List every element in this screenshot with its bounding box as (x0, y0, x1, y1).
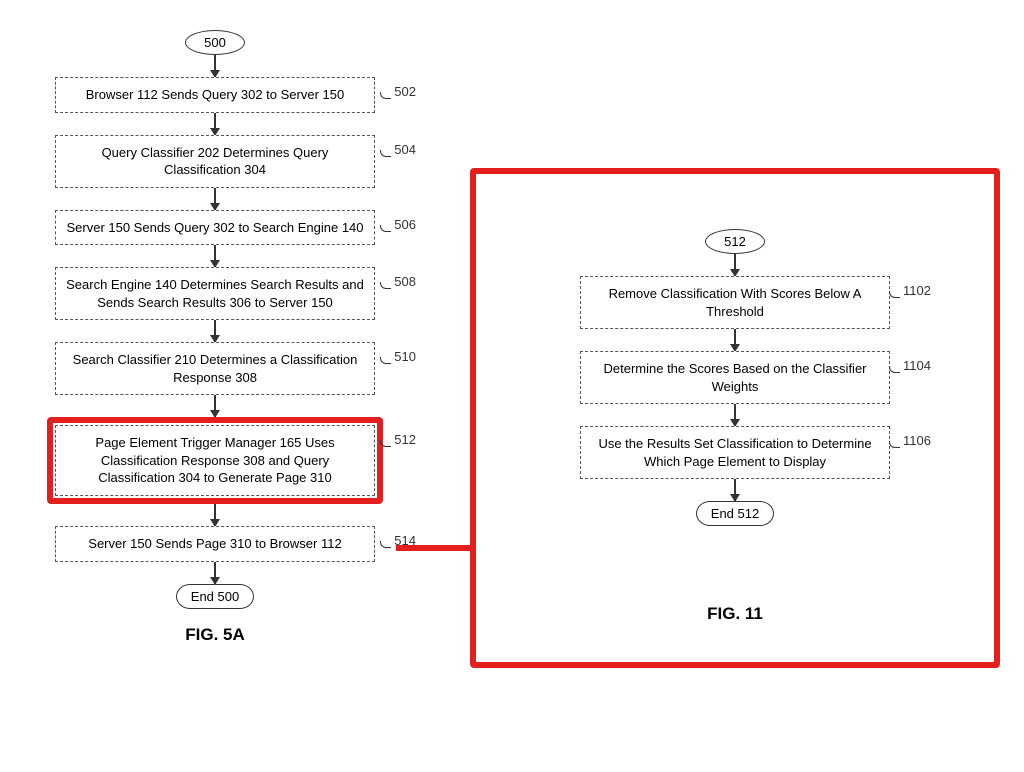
arrow (214, 55, 216, 77)
start-terminator-left: 500 (185, 30, 245, 55)
process-step-506: Server 150 Sends Query 302 to Search Eng… (55, 210, 375, 246)
process-step-512: Page Element Trigger Manager 165 Uses Cl… (55, 425, 375, 496)
ref-num: 1104 (903, 357, 931, 375)
step-text: Query Classifier 202 Determines Query Cl… (102, 145, 329, 178)
step-text: Page Element Trigger Manager 165 Uses Cl… (95, 435, 334, 485)
arrow (214, 395, 216, 417)
ref-num: 1102 (903, 282, 931, 300)
arrow (214, 562, 216, 584)
end-terminator-left: End 500 (176, 584, 254, 609)
ref-num: 504 (394, 141, 416, 159)
step-text: Server 150 Sends Query 302 to Search Eng… (66, 220, 363, 235)
arrow (734, 329, 736, 351)
arrow (734, 479, 736, 501)
step-text: Search Engine 140 Determines Search Resu… (66, 277, 364, 310)
flowchart-right-callout: 512 Remove Classification With Scores Be… (470, 168, 1000, 668)
arrow (214, 113, 216, 135)
figure-label-5a: FIG. 5A (185, 625, 245, 645)
step-text: Search Classifier 210 Determines a Class… (73, 352, 358, 385)
ref-num: 502 (394, 83, 416, 101)
highlighted-step-512: Page Element Trigger Manager 165 Uses Cl… (47, 417, 383, 504)
figure-label-11: FIG. 11 (707, 604, 763, 624)
arrow (734, 404, 736, 426)
process-step-504: Query Classifier 202 Determines Query Cl… (55, 135, 375, 188)
ref-num: 512 (394, 431, 416, 449)
connector-line (396, 545, 471, 551)
arrow (214, 188, 216, 210)
process-step-1102: Remove Classification With Scores Below … (580, 276, 890, 329)
flowchart-left: 500 Browser 112 Sends Query 302 to Serve… (30, 30, 400, 645)
process-step-514: Server 150 Sends Page 310 to Browser 112… (55, 526, 375, 562)
process-step-502: Browser 112 Sends Query 302 to Server 15… (55, 77, 375, 113)
ref-num: 510 (394, 348, 416, 366)
process-step-1106: Use the Results Set Classification to De… (580, 426, 890, 479)
step-text: Server 150 Sends Page 310 to Browser 112 (88, 536, 341, 551)
arrow (734, 254, 736, 276)
arrow (214, 504, 216, 526)
process-step-1104: Determine the Scores Based on the Classi… (580, 351, 890, 404)
arrow (214, 320, 216, 342)
process-step-510: Search Classifier 210 Determines a Class… (55, 342, 375, 395)
process-step-508: Search Engine 140 Determines Search Resu… (55, 267, 375, 320)
step-text: Determine the Scores Based on the Classi… (603, 361, 866, 394)
step-text: Browser 112 Sends Query 302 to Server 15… (86, 87, 344, 102)
ref-num: 1106 (903, 432, 931, 450)
arrow (214, 245, 216, 267)
step-text: Use the Results Set Classification to De… (598, 436, 871, 469)
ref-num: 506 (394, 216, 416, 234)
start-terminator-right: 512 (705, 229, 765, 254)
ref-num: 508 (394, 273, 416, 291)
end-terminator-right: End 512 (696, 501, 774, 526)
step-text: Remove Classification With Scores Below … (609, 286, 862, 319)
